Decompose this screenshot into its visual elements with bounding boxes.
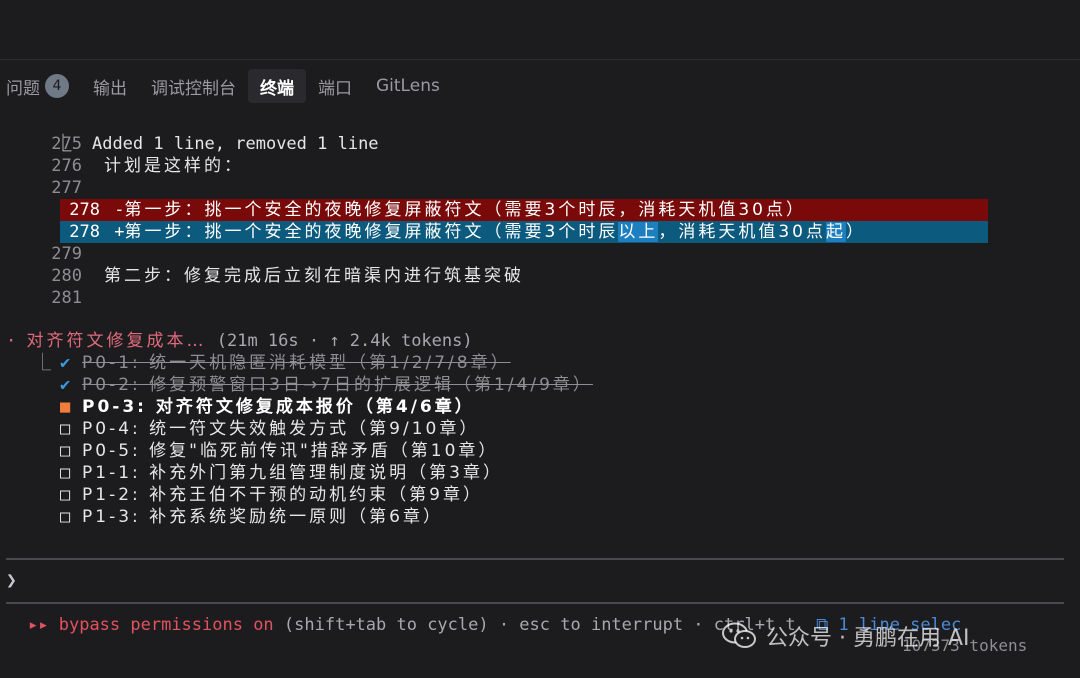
status-hint: (shift+tab to cycle) · esc to interrupt …	[273, 615, 796, 635]
todo-item: ✔ P0-2: 修复预警窗口3日→7日的扩展逻辑（第1/4/9章）	[60, 375, 593, 395]
todo-item: □ P1-2: 补充王伯不干预的动机约束（第9章）	[60, 485, 483, 505]
problems-count-badge: 4	[45, 74, 69, 98]
tab-output[interactable]: 输出	[81, 69, 139, 103]
tab-problems[interactable]: 问题 4	[0, 69, 81, 103]
todo-title: 对齐符文修复成本…	[26, 331, 207, 351]
diff-context-line: 275	[51, 134, 82, 154]
tab-label: 调试控制台	[151, 78, 236, 99]
diff-added-line: 278 +第一步：挑一个安全的夜晚修复屏蔽符文（需要3个时辰以上，消耗天机值30…	[60, 221, 988, 243]
tab-terminal[interactable]: 终端	[248, 69, 306, 103]
diff-context-line: 281	[51, 288, 82, 308]
check-icon: ✔	[60, 375, 71, 395]
tab-debug-console[interactable]: 调试控制台	[139, 69, 248, 103]
permission-mode[interactable]: bypass permissions on	[59, 615, 274, 635]
editor-top-area	[0, 0, 1080, 60]
tab-label: 问题	[6, 78, 40, 99]
diff-context-line: 277	[51, 178, 82, 198]
input-top-border	[6, 558, 1064, 560]
empty-checkbox-icon: □	[60, 485, 71, 505]
todo-meta: (21m 16s · ↑ 2.4k tokens)	[206, 331, 473, 351]
diff-context-line: 279	[51, 244, 82, 264]
tab-gitlens[interactable]: GitLens	[364, 69, 452, 103]
todo-item: ■ P0-3: 对齐符文修复成本报价（第4/6章）	[60, 397, 475, 417]
empty-checkbox-icon: □	[60, 507, 71, 527]
todo-item: ✔ P0-1: 统一天机隐匿消耗模型（第1/2/7/8章）	[60, 353, 511, 373]
empty-checkbox-icon: □	[60, 419, 71, 439]
diff-context-line: 280 第二步：修复完成后立刻在暗渠内进行筑基突破	[51, 266, 524, 286]
todo-header: · 对齐符文修复成本… (21m 16s · ↑ 2.4k tokens)	[6, 330, 473, 352]
diff-removed-line: 278 -第一步：挑一个安全的夜晚修复屏蔽符文（需要3个时辰，消耗天机值30点）	[60, 199, 988, 221]
prompt-input[interactable]: ❯	[6, 570, 17, 591]
edit-summary-text: Added 1 line, removed 1 line	[91, 134, 379, 154]
tab-label: 终端	[260, 78, 294, 99]
tab-label: 输出	[93, 78, 127, 99]
wechat-icon	[722, 622, 756, 648]
prompt-chevron-icon: ❯	[6, 570, 17, 591]
tab-label: GitLens	[376, 76, 440, 96]
panel-tab-bar: 问题 4 输出 调试控制台 终端 端口 GitLens	[0, 68, 452, 104]
tree-branch-icon: ⎿	[34, 353, 51, 373]
word-diff-highlight: 以上	[618, 222, 659, 242]
tab-label: 端口	[318, 78, 352, 99]
watermark-text: 公众号 · 勇鹏在用 AI	[766, 626, 970, 651]
input-bottom-border	[6, 602, 1064, 604]
todo-item: □ P0-4: 统一符文失效触发方式（第9/10章）	[60, 419, 480, 439]
todo-item: □ P1-3: 补充系统奖励统一原则（第6章）	[60, 507, 443, 527]
tab-ports[interactable]: 端口	[306, 69, 364, 103]
edit-summary: ⎿ Added 1 line, removed 1 line	[34, 111, 378, 154]
in-progress-square-icon: ■	[60, 397, 71, 417]
todo-item: □ P0-5: 修复"临死前传讯"措辞矛盾（第10章）	[60, 441, 499, 461]
activity-bullet: ·	[6, 331, 17, 351]
todo-item: □ P1-1: 补充外门第九组管理制度说明（第3章）	[60, 463, 503, 483]
watermark: 公众号 · 勇鹏在用 AI	[722, 618, 970, 654]
fast-forward-icon: ▸▸	[28, 615, 49, 635]
empty-checkbox-icon: □	[60, 441, 71, 461]
word-diff-highlight: 起	[825, 222, 846, 242]
check-icon: ✔	[60, 353, 71, 373]
empty-checkbox-icon: □	[60, 463, 71, 483]
diff-context-line: 276 计划是这样的：	[51, 156, 244, 176]
